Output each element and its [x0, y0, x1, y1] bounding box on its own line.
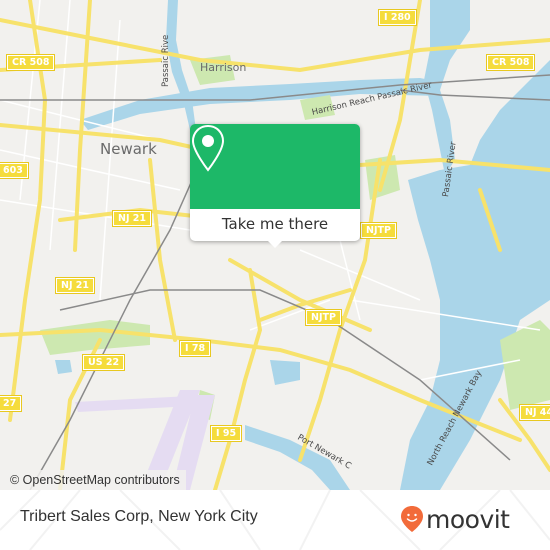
port-basin [270, 360, 300, 385]
moovit-logo[interactable]: moovit [400, 502, 510, 536]
water-bodies [55, 0, 550, 490]
moovit-pin-icon [401, 506, 423, 532]
route-shield-nj21-a: NJ 21 [111, 210, 153, 227]
location-popup: Take me there [190, 124, 360, 248]
newark-bay [400, 60, 550, 490]
popup-pointer [268, 241, 282, 248]
route-shield-i95: I 95 [209, 425, 243, 442]
route-shield-27: 27 [0, 395, 23, 412]
place-label-newark: Newark [100, 140, 157, 158]
route-shield-cr508-east: CR 508 [485, 54, 536, 71]
route-shield-i280: I 280 [378, 9, 417, 26]
place-label-harrison: Harrison [200, 61, 247, 74]
route-shield-us22: US 22 [81, 354, 126, 371]
map-attribution[interactable]: © OpenStreetMap contributors [0, 470, 186, 490]
route-shield-cr508-west: CR 508 [5, 54, 56, 71]
route-shield-njtp-b: NJTP [305, 309, 342, 326]
popup-header [190, 124, 360, 209]
route-shield-nj440: NJ 44 [518, 404, 550, 421]
map[interactable]: Newark Harrison Passaic Rive Harrison Re… [0, 0, 550, 490]
route-shield-i78: I 78 [178, 340, 212, 357]
water-label-passaic-river-north: Passaic Rive [161, 34, 171, 87]
place-title: Tribert Sales Corp, New York City [20, 508, 258, 525]
moovit-logo-text: moovit [426, 504, 510, 534]
route-shield-nj21-b: NJ 21 [54, 277, 96, 294]
route-shield-njtp-a: NJTP [360, 222, 397, 239]
footer: Tribert Sales Corp, New York City moovit [0, 490, 550, 550]
ponds [55, 360, 72, 374]
route-shield-603: 603 [0, 162, 29, 179]
location-pin-icon [191, 124, 225, 172]
take-me-there-button[interactable]: Take me there [190, 209, 360, 241]
